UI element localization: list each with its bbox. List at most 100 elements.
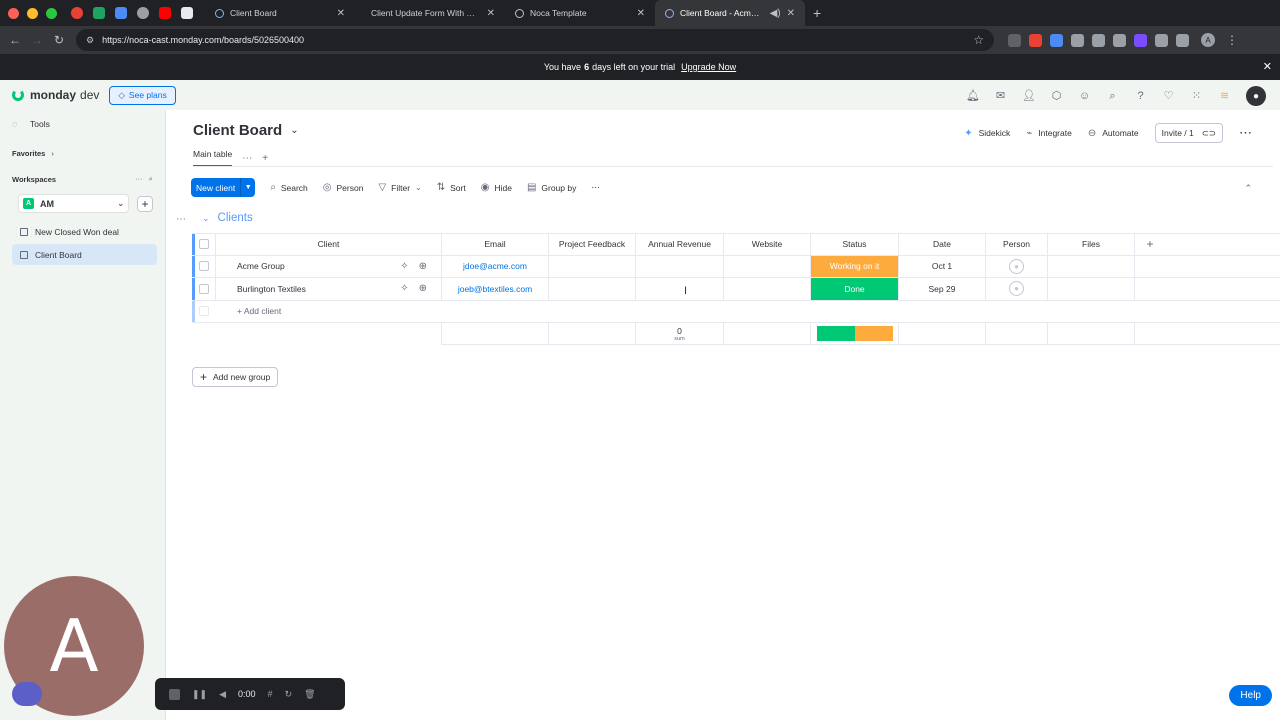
recorder-app-icon[interactable] bbox=[12, 682, 42, 706]
see-plans-button[interactable]: ◇ See plans bbox=[109, 85, 176, 105]
sidebar-favorites[interactable]: Favorites › bbox=[0, 142, 165, 164]
workspace-options-icon[interactable]: ··· ⌕ bbox=[135, 174, 153, 184]
view-options-icon[interactable]: ⋯ bbox=[242, 153, 252, 164]
chevron-down-icon[interactable]: ▼ bbox=[240, 178, 255, 197]
client-cell[interactable]: Acme Group ✧ ⊕ bbox=[216, 255, 442, 277]
add-workspace-item-button[interactable]: + bbox=[137, 195, 153, 212]
chevron-down-icon[interactable]: ⌄ bbox=[202, 213, 210, 224]
table-row[interactable]: Acme Group ✧ ⊕ jdoe@acme.com Working on … bbox=[192, 255, 1280, 278]
filter-button[interactable]: ▽ Filter ⌄ bbox=[378, 182, 421, 193]
restart-icon[interactable]: ↻ bbox=[285, 689, 293, 700]
notion-icon[interactable] bbox=[181, 7, 193, 19]
add-new-group-button[interactable]: + Add new group bbox=[192, 367, 279, 387]
person-cell[interactable]: ● bbox=[986, 278, 1048, 300]
user-avatar[interactable]: ● bbox=[1246, 86, 1266, 106]
forward-icon[interactable]: → bbox=[26, 33, 48, 47]
help-button[interactable]: Help bbox=[1229, 685, 1272, 706]
mute-icon[interactable]: ◀ bbox=[219, 689, 226, 700]
search-button[interactable]: ⌕ Search bbox=[270, 182, 308, 193]
close-tab-icon[interactable]: ✕ bbox=[637, 8, 645, 19]
extension-icon[interactable] bbox=[1008, 33, 1021, 47]
sidekick-button[interactable]: ✦ Sidekick bbox=[964, 128, 1010, 139]
browser-tab-active[interactable]: Client Board - Acme Grou ◀) ✕ bbox=[655, 0, 805, 26]
add-client-input[interactable]: + Add client bbox=[216, 306, 281, 316]
feedback-cell[interactable] bbox=[549, 255, 636, 277]
add-update-icon[interactable]: ⊕ bbox=[419, 283, 427, 294]
row-checkbox-cell[interactable] bbox=[192, 278, 216, 300]
client-name[interactable]: Burlington Textiles bbox=[237, 284, 400, 294]
apps-icon[interactable]: ⬡ bbox=[1050, 90, 1063, 103]
board-title[interactable]: Client Board ⌄ bbox=[193, 122, 299, 139]
ai-sparkle-icon[interactable]: ✧ bbox=[400, 283, 408, 294]
add-view-icon[interactable]: + bbox=[262, 153, 268, 164]
sidebar-item-tools[interactable]: ◌ Tools bbox=[0, 113, 165, 135]
close-banner-icon[interactable]: ✕ bbox=[1263, 60, 1272, 73]
pinned-tab-icon[interactable] bbox=[115, 7, 127, 19]
status-summary-cell[interactable] bbox=[811, 323, 899, 344]
table-row[interactable]: Burlington Textiles ✧ ⊕ joeb@btextiles.c… bbox=[192, 278, 1280, 301]
new-tab-button[interactable]: + bbox=[813, 5, 821, 21]
files-cell[interactable] bbox=[1048, 278, 1135, 300]
column-header-email[interactable]: Email bbox=[442, 234, 549, 255]
hide-button[interactable]: ◉ Hide bbox=[481, 182, 512, 193]
close-tab-icon[interactable]: ✕ bbox=[337, 8, 345, 19]
url-input[interactable]: ⚙ https://noca-cast.monday.com/boards/50… bbox=[76, 29, 994, 51]
collapse-header-icon[interactable]: ⌃ bbox=[1244, 183, 1252, 194]
column-header-website[interactable]: Website bbox=[724, 234, 811, 255]
group-options-icon[interactable]: ⋯ bbox=[176, 214, 186, 225]
extension-icon[interactable] bbox=[1050, 33, 1063, 47]
grid-icon[interactable]: # bbox=[268, 689, 273, 699]
column-header-project-feedback[interactable]: Project Feedback bbox=[549, 234, 636, 255]
column-header-date[interactable]: Date bbox=[899, 234, 986, 255]
email-cell[interactable]: jdoe@acme.com bbox=[442, 255, 549, 277]
revenue-summary-cell[interactable]: 0 sum bbox=[636, 323, 724, 344]
youtube-icon[interactable] bbox=[159, 7, 171, 19]
new-client-button[interactable]: New client ▼ bbox=[191, 178, 256, 197]
revenue-cell[interactable] bbox=[636, 278, 724, 300]
website-cell[interactable] bbox=[724, 255, 811, 277]
puzzle-icon[interactable] bbox=[1155, 33, 1168, 47]
ai-sparkle-icon[interactable]: ✧ bbox=[400, 261, 408, 272]
column-header-person[interactable]: Person bbox=[986, 234, 1048, 255]
reload-icon[interactable]: ↻ bbox=[48, 33, 70, 47]
heart-icon[interactable]: ♡ bbox=[1162, 90, 1175, 103]
link-icon[interactable]: ⊂⊃ bbox=[1202, 128, 1216, 139]
more-options-icon[interactable]: ⋯ bbox=[591, 182, 600, 193]
browser-tab[interactable]: Client Board ✕ bbox=[205, 0, 355, 26]
tab-main-table[interactable]: Main table bbox=[193, 149, 233, 167]
close-window-button[interactable] bbox=[8, 7, 19, 19]
inbox-icon[interactable]: ✉ bbox=[994, 90, 1007, 103]
site-settings-icon[interactable]: ⚙ bbox=[86, 35, 94, 46]
sheets-icon[interactable] bbox=[93, 7, 105, 19]
select-all-checkbox[interactable] bbox=[192, 234, 216, 255]
feedback-cell[interactable] bbox=[549, 278, 636, 300]
stop-recording-icon[interactable] bbox=[169, 688, 180, 700]
checkbox[interactable] bbox=[198, 239, 209, 250]
extension-icon[interactable] bbox=[1071, 33, 1084, 47]
add-column-icon[interactable]: + bbox=[1135, 234, 1165, 255]
monday-mark-icon[interactable]: ≋ bbox=[1218, 90, 1231, 103]
maximize-window-button[interactable] bbox=[46, 7, 57, 19]
checkbox[interactable] bbox=[198, 261, 209, 272]
date-cell[interactable]: Sep 29 bbox=[899, 278, 986, 300]
extension-icon[interactable] bbox=[1134, 33, 1147, 47]
date-cell[interactable]: Oct 1 bbox=[899, 255, 986, 277]
back-icon[interactable]: ← bbox=[4, 33, 26, 47]
client-cell[interactable]: Burlington Textiles ✧ ⊕ bbox=[216, 278, 442, 300]
add-update-icon[interactable]: ⊕ bbox=[419, 261, 427, 272]
trash-icon[interactable]: 🗑︎ bbox=[304, 689, 315, 700]
browser-menu-icon[interactable]: ⋮ bbox=[1221, 33, 1243, 47]
monday-logo[interactable]: monday dev bbox=[12, 88, 99, 102]
upgrade-now-link[interactable]: Upgrade Now bbox=[681, 62, 736, 72]
sort-button[interactable]: ⇅ Sort bbox=[437, 182, 466, 193]
status-cell[interactable]: Done bbox=[811, 278, 899, 300]
sidepanel-icon[interactable] bbox=[1176, 33, 1189, 47]
group-title[interactable]: ⌄ Clients bbox=[202, 212, 253, 224]
invite-members-icon[interactable]: 👤︎ bbox=[1022, 90, 1036, 103]
group-by-button[interactable]: ▤ Group by bbox=[527, 182, 576, 193]
pinned-tab-icon[interactable] bbox=[71, 7, 83, 19]
integrate-button[interactable]: ⌁ Integrate bbox=[1026, 128, 1072, 139]
extension-icon[interactable] bbox=[1113, 33, 1126, 47]
column-header-client[interactable]: Client bbox=[216, 234, 442, 255]
help-icon[interactable]: ? bbox=[1134, 90, 1147, 103]
